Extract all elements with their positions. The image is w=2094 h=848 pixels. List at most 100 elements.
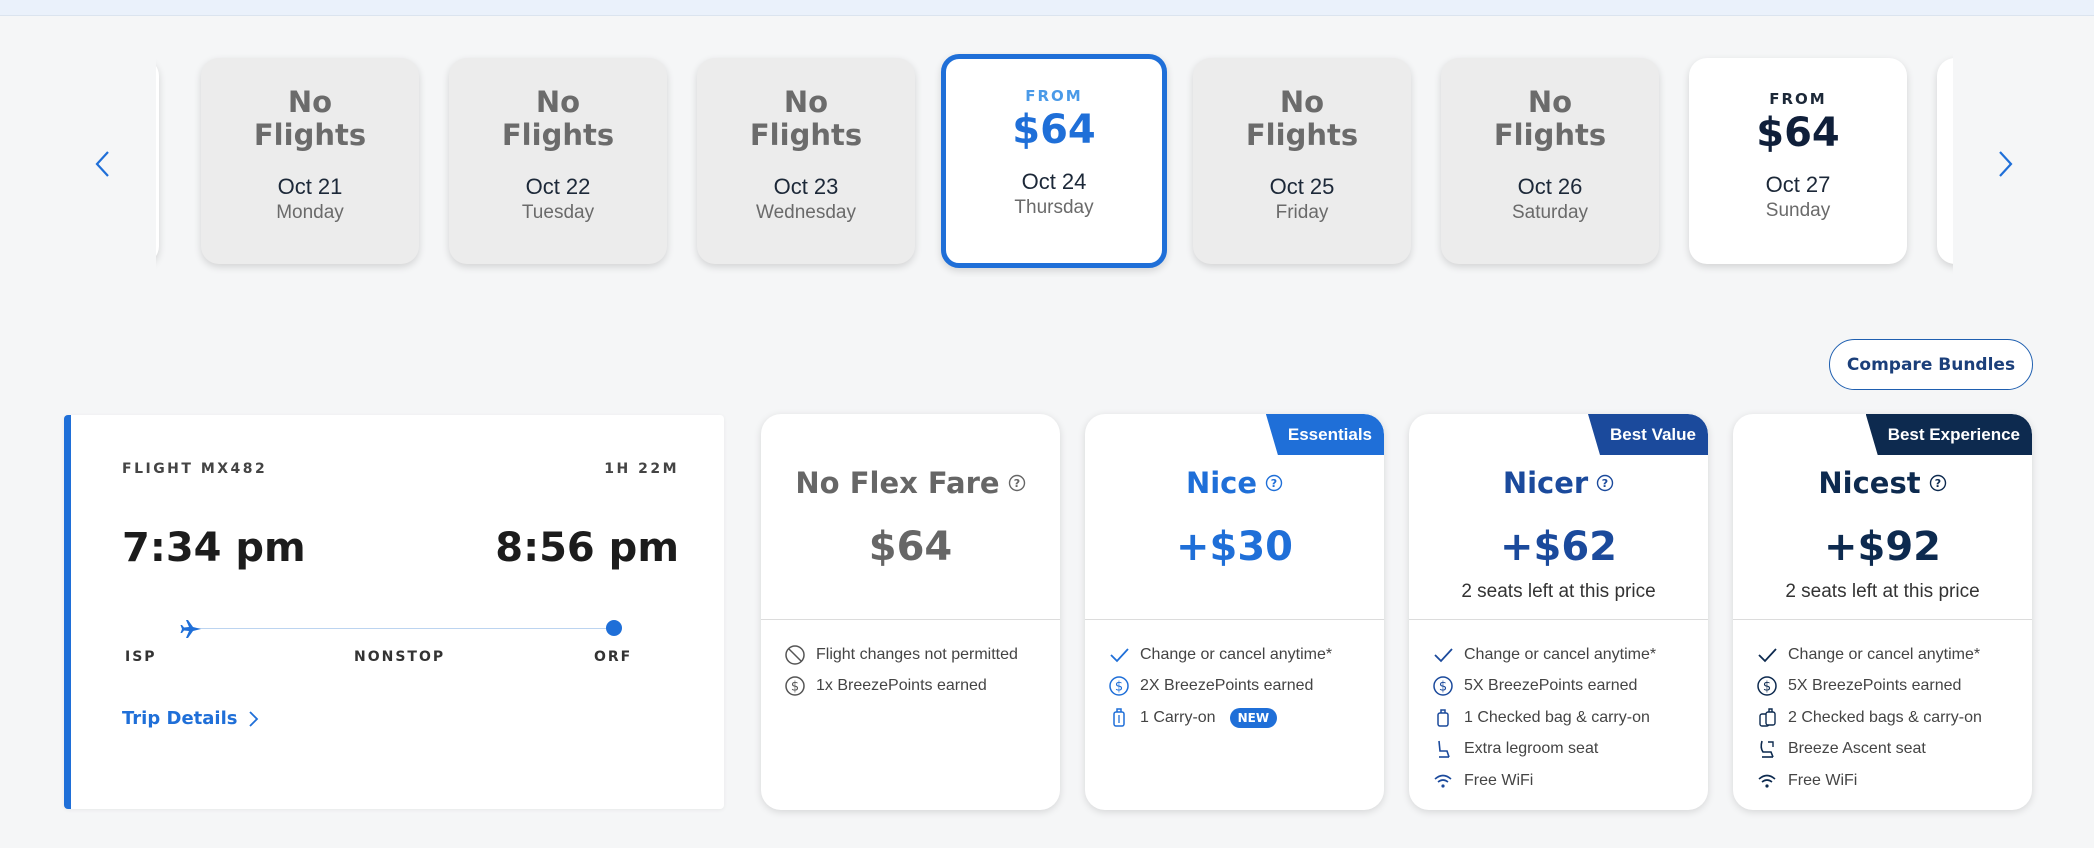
dollar-icon: $ xyxy=(784,675,806,697)
premium-seat-icon xyxy=(1756,738,1778,760)
carry-on-icon xyxy=(1108,707,1130,729)
feature-item: Flight changes not permitted xyxy=(784,639,1018,671)
trip-details-label: Trip Details xyxy=(122,708,238,729)
day-card-oct-23[interactable]: No Flights Oct 23 Wednesday xyxy=(697,58,915,264)
arrival-time: 8:56 pm xyxy=(495,525,679,571)
bag-icon xyxy=(1432,707,1454,729)
feature-item: Change or cancel anytime* xyxy=(1108,639,1332,671)
fare-name-label: Nicest xyxy=(1818,466,1921,500)
chevron-left-icon[interactable] xyxy=(85,146,121,182)
chevron-right-icon[interactable] xyxy=(1987,146,2023,182)
dollar-icon: $ xyxy=(1756,675,1778,697)
svg-text:$: $ xyxy=(1439,680,1447,695)
info-icon[interactable]: ? xyxy=(1008,474,1026,492)
feature-item: 1 Carry-on NEW xyxy=(1108,702,1332,734)
feature-item: 1 Checked bag & carry-on xyxy=(1432,702,1656,734)
feature-list: Change or cancel anytime* $ 5X BreezePoi… xyxy=(1756,639,1982,797)
feature-item: $ 5X BreezePoints earned xyxy=(1432,671,1656,703)
date-carousel: No Flights Oct 21 Monday No Flights Oct … xyxy=(156,52,1953,277)
from-label: FROM xyxy=(1769,90,1827,108)
no-flights-label: No Flights xyxy=(1245,85,1359,152)
feature-text: 5X BreezePoints earned xyxy=(1464,677,1638,695)
feature-item: $ 1x BreezePoints earned xyxy=(784,671,1018,703)
fare-price: $64 xyxy=(868,524,953,570)
feature-item: $ 5X BreezePoints earned xyxy=(1756,671,1982,703)
info-icon[interactable]: ? xyxy=(1929,474,1947,492)
fare-badge: Essentials xyxy=(1265,414,1384,455)
destination-code: ORF xyxy=(594,649,633,665)
fare-name-label: Nicer xyxy=(1502,466,1589,500)
no-flights-label: No Flights xyxy=(1493,85,1607,152)
check-icon xyxy=(1756,644,1778,666)
feature-item: Change or cancel anytime* xyxy=(1756,639,1982,671)
feature-text: 1 Checked bag & carry-on xyxy=(1464,708,1650,726)
day-weekday: Friday xyxy=(1275,202,1329,223)
feature-text: Change or cancel anytime* xyxy=(1464,645,1657,663)
svg-text:?: ? xyxy=(1934,477,1940,490)
destination-dot-icon xyxy=(606,620,622,636)
feature-item: $ 2X BreezePoints earned xyxy=(1108,671,1332,703)
check-icon xyxy=(1432,644,1454,666)
dollar-icon: $ xyxy=(1108,675,1130,697)
fare-price: +$30 xyxy=(1175,524,1293,570)
fare-name: Nicer ? xyxy=(1409,466,1708,500)
svg-text:?: ? xyxy=(1602,477,1608,490)
day-card-oct-27[interactable]: FROM $64 Oct 27 Sunday xyxy=(1689,58,1907,264)
origin-code: ISP xyxy=(125,649,157,665)
day-date: Oct 25 xyxy=(1269,174,1335,199)
svg-text:$: $ xyxy=(1763,680,1771,695)
fare-name-label: No Flex Fare xyxy=(795,466,1000,500)
divider xyxy=(1409,619,1708,620)
feature-item: 2 Checked bags & carry-on xyxy=(1756,702,1982,734)
compare-bundles-button[interactable]: Compare Bundles xyxy=(1829,339,2033,390)
svg-text:$: $ xyxy=(791,680,799,695)
fare-card-nicer[interactable]: Best Value Nicer ? +$62 2 seats left at … xyxy=(1409,414,1708,810)
flight-card: FLIGHT MX482 1H 22M 7:34 pm 8:56 pm ISP … xyxy=(64,415,724,809)
day-card-oct-24-selected[interactable]: FROM $64 Oct 24 Thursday xyxy=(941,54,1167,268)
day-card-oct-22[interactable]: No Flights Oct 22 Tuesday xyxy=(449,58,667,264)
day-weekday: Monday xyxy=(276,202,344,223)
fare-price: +$92 xyxy=(1823,524,1941,570)
day-card-oct-21[interactable]: No Flights Oct 21 Monday xyxy=(201,58,419,264)
fare-card-no-flex[interactable]: No Flex Fare ? $64 Flight changes not pe… xyxy=(761,414,1060,810)
fare-card-nicest[interactable]: Best Experience Nicest ? +$92 2 seats le… xyxy=(1733,414,2032,810)
info-icon[interactable]: ? xyxy=(1265,474,1283,492)
flight-duration: 1H 22M xyxy=(604,461,679,477)
day-date: Oct 22 xyxy=(525,174,591,199)
fare-badge: Best Experience xyxy=(1865,414,2032,455)
feature-text: Change or cancel anytime* xyxy=(1140,645,1333,663)
seats-left-note: 2 seats left at this price xyxy=(1785,581,1980,602)
seats-left-note: 2 seats left at this price xyxy=(1461,581,1656,602)
feature-list: Flight changes not permitted $ 1x Breeze… xyxy=(784,639,1018,702)
day-card-partial-right[interactable] xyxy=(1937,58,1953,264)
feature-text: Change or cancel anytime* xyxy=(1788,645,1981,663)
day-weekday: Thursday xyxy=(1014,197,1094,218)
day-card-oct-25[interactable]: No Flights Oct 25 Friday xyxy=(1193,58,1411,264)
day-date: Oct 27 xyxy=(1765,172,1831,197)
feature-text: 1x BreezePoints earned xyxy=(816,677,987,695)
day-weekday: Tuesday xyxy=(521,202,595,223)
info-icon[interactable]: ? xyxy=(1596,474,1614,492)
wifi-icon xyxy=(1756,770,1778,792)
divider xyxy=(1733,619,2032,620)
feature-text: Free WiFi xyxy=(1788,771,1858,789)
bags-icon xyxy=(1756,707,1778,729)
day-card-partial-left[interactable] xyxy=(156,58,159,264)
day-weekday: Saturday xyxy=(1511,202,1589,223)
divider xyxy=(1085,619,1384,620)
day-weekday: Sunday xyxy=(1765,200,1831,221)
day-weekday: Wednesday xyxy=(756,202,856,223)
day-card-oct-26[interactable]: No Flights Oct 26 Saturday xyxy=(1441,58,1659,264)
trip-details-link[interactable]: Trip Details xyxy=(122,708,259,729)
feature-text: 2 Checked bags & carry-on xyxy=(1788,708,1982,726)
new-badge: NEW xyxy=(1229,707,1278,728)
feature-text: Extra legroom seat xyxy=(1464,740,1599,758)
svg-text:?: ? xyxy=(1271,477,1277,490)
day-price: $64 xyxy=(1012,107,1096,153)
chevron-right-icon xyxy=(249,710,259,727)
no-entry-icon xyxy=(784,644,806,666)
fare-card-nice[interactable]: Essentials Nice ? +$30 Change or cancel … xyxy=(1085,414,1384,810)
feature-item: Free WiFi xyxy=(1432,765,1656,797)
no-flights-label: No Flights xyxy=(253,85,367,152)
day-date: Oct 24 xyxy=(1021,169,1087,194)
